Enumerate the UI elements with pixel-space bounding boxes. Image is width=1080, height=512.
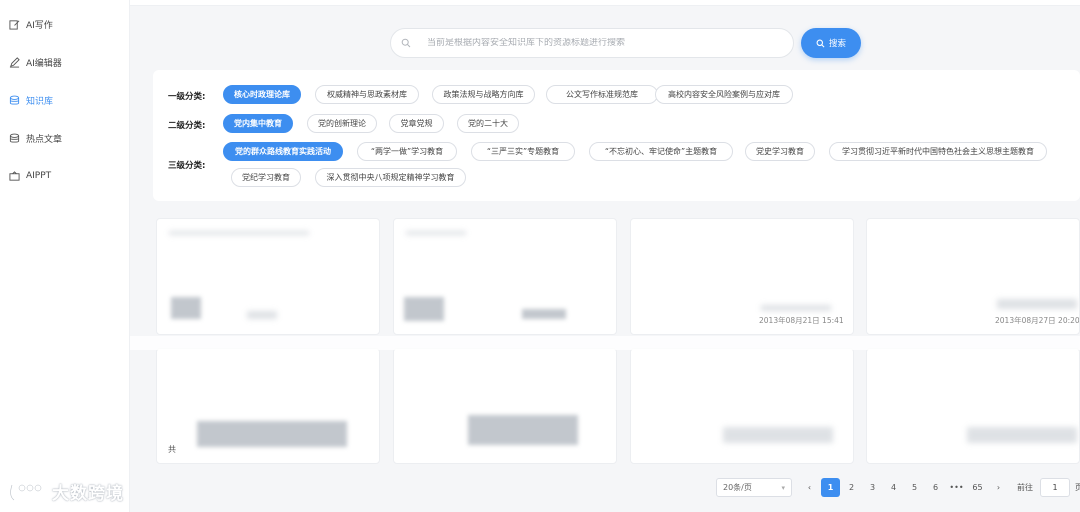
card-content-blur [967, 427, 1077, 443]
card-content-blur [723, 427, 833, 443]
sidebar-item-label: AI写作 [26, 20, 53, 31]
edit-icon [9, 19, 20, 30]
level2-label: 二级分类: [168, 121, 206, 131]
level3-tag[interactable]: 党史学习教育 [745, 142, 815, 161]
level1-tag[interactable]: 核心时政理论库 [223, 85, 301, 104]
card-content-blur [171, 297, 201, 319]
resource-card[interactable] [156, 348, 380, 464]
page-button[interactable]: 1 [821, 478, 840, 497]
level2-tag[interactable]: 党的二十大 [457, 114, 519, 133]
goto-suffix: 页 [1075, 483, 1080, 492]
level1-tag[interactable]: 政策法规与战略方向库 [432, 85, 535, 104]
resource-card[interactable] [156, 218, 380, 335]
page-size-value: 20条/页 [723, 483, 752, 492]
level3-tag[interactable]: 深入贯彻中央八项规定精神学习教育 [315, 168, 466, 187]
level1-tag[interactable]: 高校内容安全风险案例与应对库 [655, 85, 793, 104]
resource-card[interactable] [393, 348, 617, 464]
card-content-blur [468, 415, 578, 445]
level2-tag[interactable]: 党章党规 [389, 114, 444, 133]
level1-tag[interactable]: 公文写作标准规范库 [546, 85, 658, 104]
level3-tag[interactable]: “不忘初心、牢记使命”主题教育 [589, 142, 733, 161]
level3-tag[interactable]: “两学一做”学习教育 [357, 142, 457, 161]
page-ellipsis[interactable]: ••• [947, 478, 966, 497]
resource-card[interactable] [866, 348, 1080, 464]
filter-panel: 一级分类: 核心时政理论库 权威精神与思政素材库 政策法规与战略方向库 公文写作… [153, 70, 1080, 201]
sidebar-item-label: AI编辑器 [26, 58, 62, 69]
page-button[interactable]: 5 [905, 478, 924, 497]
level3-tag[interactable]: 党纪学习教育 [231, 168, 301, 187]
search-icon [816, 39, 825, 48]
search-button[interactable]: 搜索 [801, 28, 861, 58]
sidebar-item-ai-editor[interactable]: AI编辑器 [0, 52, 129, 72]
page-button[interactable]: 3 [863, 478, 882, 497]
database-icon [9, 95, 20, 106]
watermark-logo-icon [9, 483, 42, 501]
presentation-icon [9, 170, 20, 182]
resource-card[interactable] [630, 348, 854, 464]
page-button[interactable]: 4 [884, 478, 903, 497]
database-icon [9, 133, 20, 144]
resource-card[interactable]: 2013年08月27日 20:20 [866, 218, 1080, 335]
page-button[interactable]: 2 [842, 478, 861, 497]
watermark: 大数跨境 [8, 479, 124, 504]
sidebar-item-label: 热点文章 [26, 134, 63, 145]
next-page-button[interactable]: › [989, 478, 1008, 497]
search-icon [401, 38, 411, 48]
top-strip [130, 0, 1080, 6]
sidebar-item-knowledge-base[interactable]: 知识库 [0, 90, 129, 110]
level3-tag[interactable]: 学习贯彻习近平新时代中国特色社会主义思想主题教育 [829, 142, 1047, 161]
card-content-blur [197, 421, 347, 447]
sidebar-item-label: 知识库 [26, 96, 54, 107]
chevron-down-icon: ▾ [781, 484, 785, 492]
prev-page-button[interactable]: ‹ [800, 478, 819, 497]
card-date: 2013年08月27日 20:20 [995, 316, 1080, 325]
card-title-blur [169, 231, 309, 235]
watermark-text: 大数跨境 [52, 484, 124, 504]
goto-label: 前往 [1017, 483, 1033, 492]
card-title-blur [406, 231, 466, 235]
sidebar: AI写作 AI编辑器 知识库 热点文章 AIPPT [0, 0, 130, 512]
page-button[interactable]: 65 [968, 478, 987, 497]
card-content-blur [522, 309, 566, 319]
fade-band [130, 336, 1080, 350]
card-content-blur [404, 297, 444, 321]
goto-page-input[interactable] [1040, 478, 1070, 497]
pen-icon [9, 56, 20, 68]
app-root: AI写作 AI编辑器 知识库 热点文章 AIPPT 当前是根据内容安全知识库下的… [0, 0, 1080, 512]
card-date: 2013年08月21日 15:41 [759, 316, 844, 325]
level2-tag[interactable]: 党的创新理论 [307, 114, 377, 133]
level3-label: 三级分类: [168, 161, 206, 171]
sidebar-item-label: AIPPT [26, 171, 52, 181]
search-input[interactable] [427, 38, 767, 48]
page-size-select[interactable]: 20条/页 ▾ [716, 478, 792, 497]
total-count: 共 [168, 445, 176, 454]
page-button[interactable]: 6 [926, 478, 945, 497]
level3-tag[interactable]: 党的群众路线教育实践活动 [223, 142, 343, 161]
sidebar-item-ai-writing[interactable]: AI写作 [0, 14, 129, 34]
level1-label: 一级分类: [168, 92, 206, 102]
resource-card[interactable] [393, 218, 617, 335]
level3-tag[interactable]: “三严三实”专题教育 [471, 142, 575, 161]
search-button-label: 搜索 [828, 39, 846, 49]
card-content-blur [761, 305, 831, 311]
level2-tag[interactable]: 党内集中教育 [223, 114, 293, 133]
level1-tag[interactable]: 权威精神与思政素材库 [315, 85, 419, 104]
card-content-blur [997, 299, 1077, 309]
card-content-blur [247, 311, 277, 319]
resource-card[interactable]: 2013年08月21日 15:41 [630, 218, 854, 335]
sidebar-item-hot-articles[interactable]: 热点文章 [0, 128, 129, 148]
sidebar-item-aippt[interactable]: AIPPT [0, 166, 129, 186]
search-box[interactable] [390, 28, 794, 58]
